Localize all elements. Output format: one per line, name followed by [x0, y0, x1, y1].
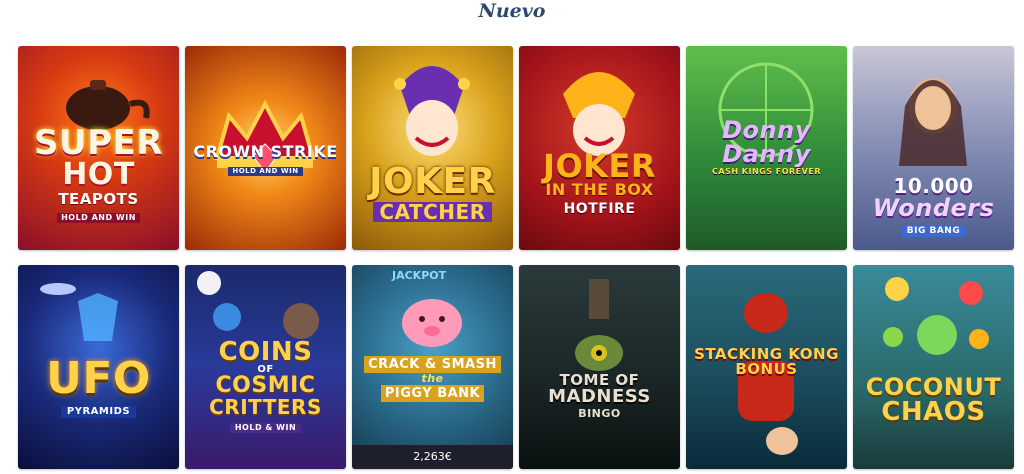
- game-tile-crown-strike[interactable]: CROWN STRIKE HOLD AND WIN: [185, 46, 346, 250]
- game-logo: JOKER CATCHER: [369, 161, 496, 224]
- game-logo: UFO PYRAMIDS: [46, 353, 151, 418]
- game-tile-coconut-chaos[interactable]: COCONUT CHAOS: [853, 265, 1014, 469]
- game-tile-ufo-pyramids[interactable]: UFO PYRAMIDS: [18, 265, 179, 469]
- game-tile-tome-of-madness-bingo[interactable]: TOME OF MADNESS BINGO: [519, 265, 680, 469]
- game-logo: TOME OF MADNESS BINGO: [548, 371, 651, 420]
- game-logo: JOKER IN THE BOX HOTFIRE: [543, 147, 656, 217]
- fruit-icon: [883, 277, 989, 355]
- game-tile-joker-catcher[interactable]: JOKER CATCHER: [352, 46, 513, 250]
- game-tile-donny-danny[interactable]: Donny Danny CASH KINGS FOREVER: [686, 46, 847, 250]
- game-tile-joker-in-the-box[interactable]: JOKER IN THE BOX HOTFIRE: [519, 46, 680, 250]
- game-logo: COINS OF COSMIC CRITTERS HOLD & WIN: [209, 337, 322, 433]
- game-grid: SUPER HOT TEAPOTS HOLD AND WIN CROWN STR…: [18, 46, 1014, 470]
- game-tile-10000-wonders[interactable]: 10.000 Wonders BIG BANG: [853, 46, 1014, 250]
- section-title: Nuevo: [478, 0, 546, 22]
- game-logo: COCONUT CHAOS: [865, 373, 1002, 427]
- game-logo: CROWN STRIKE HOLD AND WIN: [193, 142, 338, 176]
- monster-eye-icon: [575, 279, 623, 371]
- jackpot-amount: 2,263€: [352, 445, 513, 469]
- game-logo: SUPER HOT TEAPOTS HOLD AND WIN: [34, 123, 163, 223]
- game-tile-stacking-kong-bonus[interactable]: STACKING KONG BONUS: [686, 265, 847, 469]
- game-logo: 10.000 Wonders BIG BANG: [872, 174, 995, 237]
- game-tile-coins-of-cosmic-critters[interactable]: COINS OF COSMIC CRITTERS HOLD & WIN: [185, 265, 346, 469]
- game-tile-super-hot-teapots[interactable]: SUPER HOT TEAPOTS HOLD AND WIN: [18, 46, 179, 250]
- game-logo: STACKING KONG BONUS: [694, 345, 839, 378]
- game-logo: Donny Danny CASH KINGS FOREVER: [712, 116, 821, 176]
- game-logo: CRACK & SMASH the PIGGY BANK: [358, 355, 507, 402]
- game-tile-crack-smash-piggy-bank[interactable]: JACKPOT CRACK & SMASH the PIGGY BANK 2,2…: [352, 265, 513, 469]
